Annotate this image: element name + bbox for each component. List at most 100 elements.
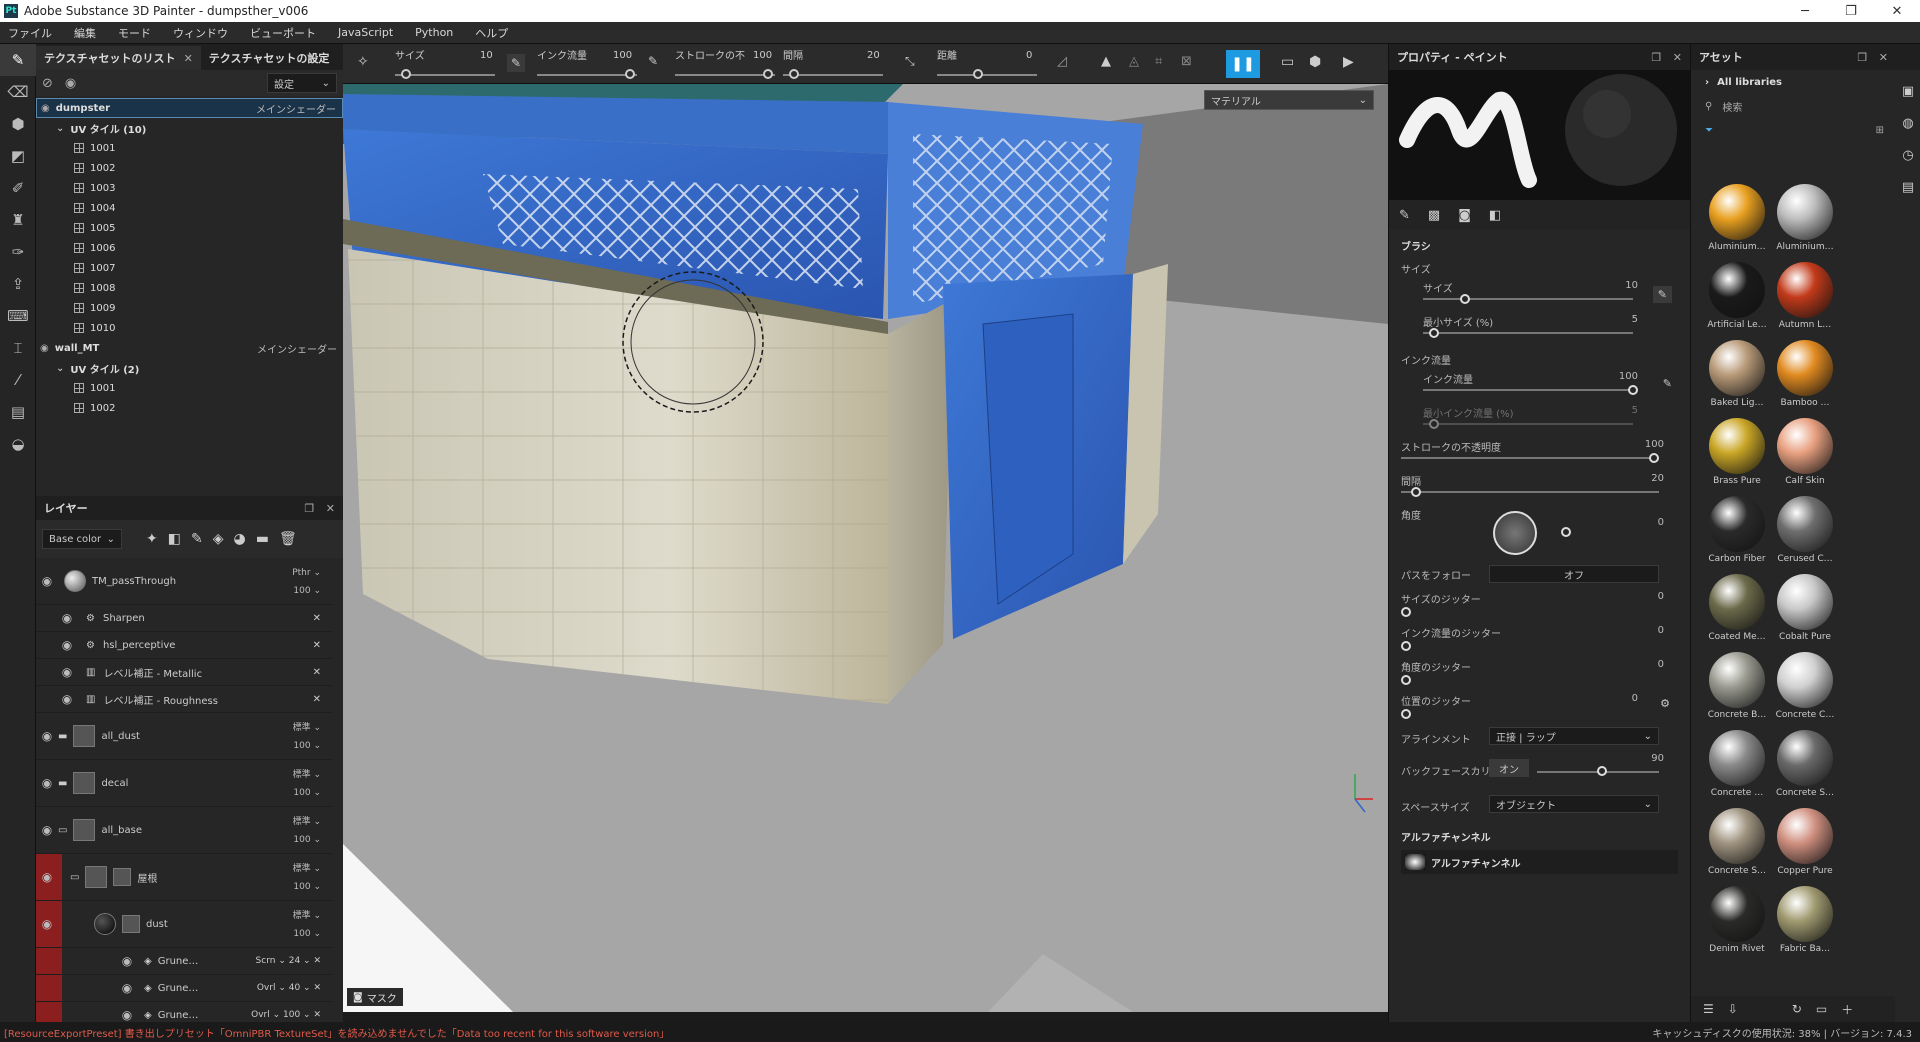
position-jitter-slider-knob[interactable] xyxy=(1401,709,1411,719)
image-icon[interactable]: ▣ xyxy=(1896,84,1920,116)
eye-icon[interactable]: ◉ xyxy=(65,76,76,91)
layer-row[interactable]: ◉ dust 標準 ⌄ 100 ⌄ xyxy=(36,901,333,948)
add-mask-icon[interactable]: ◧ xyxy=(168,531,181,547)
backface-slider-knob[interactable] xyxy=(1597,766,1607,776)
stroke-slider-knob[interactable] xyxy=(763,69,773,79)
folder-icon[interactable]: ▭ xyxy=(1816,1002,1827,1016)
tab-texture-set-list[interactable]: テクスチャセットのリスト ✕ xyxy=(36,46,201,70)
asset-item[interactable]: Fabric Ba… xyxy=(1771,886,1839,964)
smudge-icon[interactable]: ✐ xyxy=(0,172,36,204)
close-icon[interactable]: ✕ xyxy=(184,52,193,65)
flow-slider-track[interactable] xyxy=(537,74,637,76)
menu-python[interactable]: Python xyxy=(415,26,453,39)
search-input[interactable]: 検索 xyxy=(1722,99,1742,114)
add-icon[interactable]: ＋ xyxy=(1841,1001,1853,1018)
eye-icon[interactable]: ◉ xyxy=(36,917,58,931)
add-smart-material-icon[interactable]: ◕ xyxy=(233,531,245,547)
disabled-tool-icon[interactable]: ⁄ xyxy=(0,364,36,396)
size-slider-track[interactable] xyxy=(1423,298,1633,300)
asset-item[interactable]: Carbon Fiber xyxy=(1703,496,1771,574)
angle-jitter-slider-knob[interactable] xyxy=(1401,675,1411,685)
effect-row[interactable]: ◉ ⚙ Sharpen ✕ xyxy=(36,605,333,632)
flow-slider-knob[interactable] xyxy=(1628,385,1638,395)
layer-blend[interactable]: 標準 ⌄ 100 ⌄ xyxy=(293,766,321,802)
filter-icon[interactable]: ⏷ xyxy=(1705,125,1713,136)
share-icon[interactable]: ◒ xyxy=(0,428,36,460)
measure-icon[interactable]: ⌶ xyxy=(0,332,36,364)
asset-item[interactable]: Baked Lig… xyxy=(1703,340,1771,418)
float-icon[interactable]: ❐ xyxy=(1857,51,1867,64)
symmetry-icon[interactable]: ◿ xyxy=(1057,54,1067,69)
size-jitter-slider-knob[interactable] xyxy=(1401,607,1411,617)
library-selector[interactable]: › All libraries xyxy=(1691,70,1920,94)
minimize-icon[interactable]: ─ xyxy=(1782,0,1828,22)
grid-view-icon[interactable]: ⊞ xyxy=(1876,125,1884,136)
pause-icon[interactable]: ❚❚ xyxy=(1226,50,1260,78)
layer-blend[interactable]: 標準 ⌄ 100 ⌄ xyxy=(293,719,321,755)
document-icon[interactable]: ▤ xyxy=(1896,180,1920,212)
uv-tile[interactable]: 1002 xyxy=(36,158,343,178)
menu-mode[interactable]: モード xyxy=(118,25,151,41)
eye-icon[interactable]: ◉ xyxy=(56,692,78,706)
layer-row[interactable]: ◉ ▭ 屋根 標準 ⌄ 100 ⌄ xyxy=(36,854,333,901)
layer-blend[interactable]: 標準 ⌄ 100 ⌄ xyxy=(293,860,321,896)
asset-item[interactable]: Bamboo … xyxy=(1771,340,1839,418)
polygon-fill-icon[interactable]: ◩ xyxy=(0,140,36,172)
uv-tile[interactable]: 1006 xyxy=(36,238,343,258)
uv-tile[interactable]: 1005 xyxy=(36,218,343,238)
asset-item[interactable]: Cobalt Pure xyxy=(1771,574,1839,652)
visibility-off-icon[interactable]: ⊘ xyxy=(42,76,53,91)
eye-icon[interactable]: ◉ xyxy=(56,638,78,652)
asset-item[interactable]: Concrete B… xyxy=(1703,652,1771,730)
uv-tile[interactable]: 1001 xyxy=(36,378,343,398)
3d-view-icon[interactable]: ⬢ xyxy=(1309,54,1321,70)
stroke-slider-track[interactable] xyxy=(675,74,775,76)
asset-item[interactable]: Calf Skin xyxy=(1771,418,1839,496)
spacing-slider-track[interactable] xyxy=(1401,491,1659,493)
globe-icon[interactable]: ◍ xyxy=(1896,116,1920,148)
eye-icon[interactable]: ◉ xyxy=(36,729,58,743)
spacing-slider-knob[interactable] xyxy=(1411,487,1421,497)
layer-blend[interactable]: Scrn ⌄ 24 ⌄ ✕ xyxy=(256,956,321,966)
angle-dial[interactable] xyxy=(1493,511,1537,555)
size-slider-knob[interactable] xyxy=(1460,294,1470,304)
asset-item[interactable]: Artificial Le… xyxy=(1703,262,1771,340)
mirror-icon[interactable]: ▲ xyxy=(1101,54,1111,69)
layer-row[interactable]: ◉ ▭ all_base 標準 ⌄ 100 ⌄ xyxy=(36,807,333,854)
asset-search[interactable]: ⚲ 検索 xyxy=(1691,94,1920,118)
float-icon[interactable]: ❐ xyxy=(304,502,314,515)
2d-view-icon[interactable]: ▭ xyxy=(1281,54,1294,70)
effect-row[interactable]: ◉ ▥ レベル補正 - Roughness ✕ xyxy=(36,686,333,713)
stroke-opacity-slider-knob[interactable] xyxy=(1649,453,1659,463)
uv-tile[interactable]: 1001 xyxy=(36,138,343,158)
min-flow-slider-track[interactable] xyxy=(1423,423,1633,425)
shader-label[interactable]: メインシェーダー xyxy=(257,341,337,356)
layer-blend[interactable]: Ovrl ⌄ 100 ⌄ ✕ xyxy=(251,1010,321,1020)
menu-javascript[interactable]: JavaScript xyxy=(338,26,393,39)
close-icon[interactable]: ✕ xyxy=(313,667,321,678)
eye-icon[interactable]: ◉ xyxy=(56,665,78,679)
pen-pressure-icon[interactable]: ✎ xyxy=(648,54,658,68)
clone-stamp-icon[interactable]: ♜ xyxy=(0,204,36,236)
asset-item[interactable]: Brass Pure xyxy=(1703,418,1771,496)
uv-tiles-group[interactable]: ⌄ UV タイル (2) xyxy=(36,358,343,378)
min-flow-slider-knob[interactable] xyxy=(1428,419,1439,429)
shader-label[interactable]: メインシェーダー xyxy=(256,101,336,116)
layer-row[interactable]: ◉ TM_passThrough Pthr ⌄ 100 ⌄ xyxy=(36,558,333,605)
eye-icon[interactable]: ◉ xyxy=(36,870,58,884)
sublayer-row[interactable]: ◉ ◈ Grune… Ovrl ⌄ 100 ⌄ ✕ xyxy=(36,1002,333,1022)
eye-icon[interactable]: ◉ xyxy=(36,823,58,837)
asset-item[interactable]: Coated Me… xyxy=(1703,574,1771,652)
close-icon[interactable]: ✕ xyxy=(313,613,321,624)
distance-slider-track[interactable] xyxy=(937,74,1037,76)
menu-viewport[interactable]: ビューポート xyxy=(250,25,316,41)
flow-slider-track[interactable] xyxy=(1423,389,1633,391)
tab-texture-set-settings[interactable]: テクスチャセットの設定 xyxy=(201,46,338,70)
crop-icon[interactable]: ⌗ xyxy=(1155,54,1162,69)
size-slider-knob[interactable] xyxy=(401,69,411,79)
brush-tab-icon[interactable]: ✎ xyxy=(1399,208,1410,223)
eye-icon[interactable]: ◉ xyxy=(41,103,50,114)
close-icon[interactable]: ✕ xyxy=(313,640,321,651)
asset-item[interactable]: Aluminium… xyxy=(1771,184,1839,262)
texture-set-dumpster[interactable]: ◉ dumpster メインシェーダー xyxy=(36,98,343,118)
